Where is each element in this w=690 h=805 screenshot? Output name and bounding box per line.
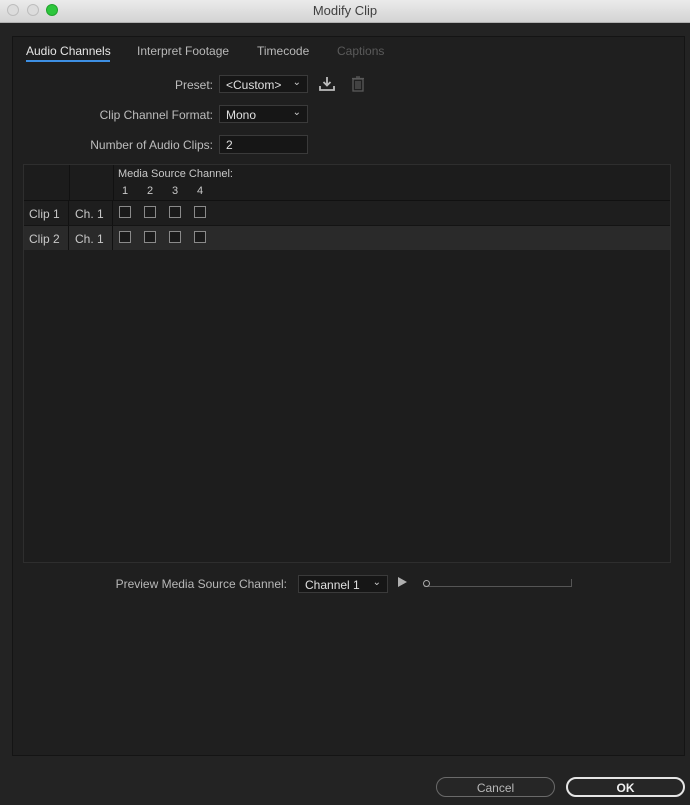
channel-checkbox[interactable] bbox=[169, 206, 181, 218]
play-icon[interactable] bbox=[398, 577, 407, 587]
media-source-channel-header: Media Source Channel: bbox=[118, 168, 233, 180]
channel-checkbox[interactable] bbox=[119, 231, 131, 243]
chevron-down-icon: ⌄ bbox=[372, 577, 381, 588]
clip-channel: Ch. 1 bbox=[70, 201, 113, 225]
preview-channel-value: Channel 1 bbox=[305, 578, 360, 592]
tab-audio-channels[interactable]: Audio Channels bbox=[26, 44, 111, 58]
chevron-down-icon: ⌄ bbox=[292, 77, 301, 88]
cancel-button[interactable]: Cancel bbox=[436, 777, 555, 797]
preset-label: Preset: bbox=[174, 78, 213, 92]
preview-channel-dropdown[interactable]: Channel 1 ⌄ bbox=[298, 575, 388, 593]
save-preset-icon[interactable] bbox=[318, 75, 336, 93]
channel-number-1: 1 bbox=[122, 185, 129, 197]
delete-preset-icon bbox=[349, 75, 367, 93]
channel-format-label: Clip Channel Format: bbox=[99, 108, 213, 122]
audio-clips-label: Number of Audio Clips: bbox=[90, 138, 213, 152]
clip-name: Clip 1 bbox=[24, 201, 69, 225]
tab-timecode[interactable]: Timecode bbox=[257, 44, 309, 58]
tab-captions: Captions bbox=[337, 44, 385, 58]
active-tab-indicator bbox=[26, 60, 110, 62]
slider-handle[interactable] bbox=[423, 580, 430, 587]
channel-number-2: 2 bbox=[147, 185, 154, 197]
channel-checkbox[interactable] bbox=[119, 206, 131, 218]
channel-assignment-grid: Media Source Channel: 1 2 3 4 Clip 1 Ch.… bbox=[23, 164, 671, 563]
channel-number-4: 4 bbox=[197, 185, 204, 197]
title-bar: Modify Clip bbox=[0, 0, 690, 23]
preview-position-slider[interactable] bbox=[424, 579, 572, 587]
preview-channel-label: Preview Media Source Channel: bbox=[115, 577, 287, 591]
grid-header: Media Source Channel: 1 2 3 4 bbox=[24, 165, 670, 201]
tab-interpret-footage[interactable]: Interpret Footage bbox=[137, 44, 229, 58]
table-row: Clip 2 Ch. 1 bbox=[24, 226, 670, 250]
channel-format-value: Mono bbox=[226, 108, 257, 122]
preset-value: <Custom> bbox=[226, 78, 282, 92]
channel-checkbox[interactable] bbox=[194, 231, 206, 243]
clip-channel: Ch. 1 bbox=[70, 226, 113, 250]
ok-button[interactable]: OK bbox=[566, 777, 685, 797]
channel-checkbox[interactable] bbox=[144, 206, 156, 218]
preset-dropdown[interactable]: <Custom> ⌄ bbox=[219, 75, 308, 93]
channel-checkbox[interactable] bbox=[144, 231, 156, 243]
channel-checkbox[interactable] bbox=[169, 231, 181, 243]
window-title: Modify Clip bbox=[312, 3, 378, 18]
grid-header-channel-column bbox=[70, 165, 114, 200]
channel-number-3: 3 bbox=[172, 185, 179, 197]
grid-header-clip-column bbox=[24, 165, 70, 200]
audio-clips-input[interactable]: 2 bbox=[219, 135, 308, 154]
channel-format-dropdown[interactable]: Mono ⌄ bbox=[219, 105, 308, 123]
clip-name: Clip 2 bbox=[24, 226, 69, 250]
table-row: Clip 1 Ch. 1 bbox=[24, 201, 670, 226]
channel-checkbox[interactable] bbox=[194, 206, 206, 218]
chevron-down-icon: ⌄ bbox=[292, 107, 301, 118]
